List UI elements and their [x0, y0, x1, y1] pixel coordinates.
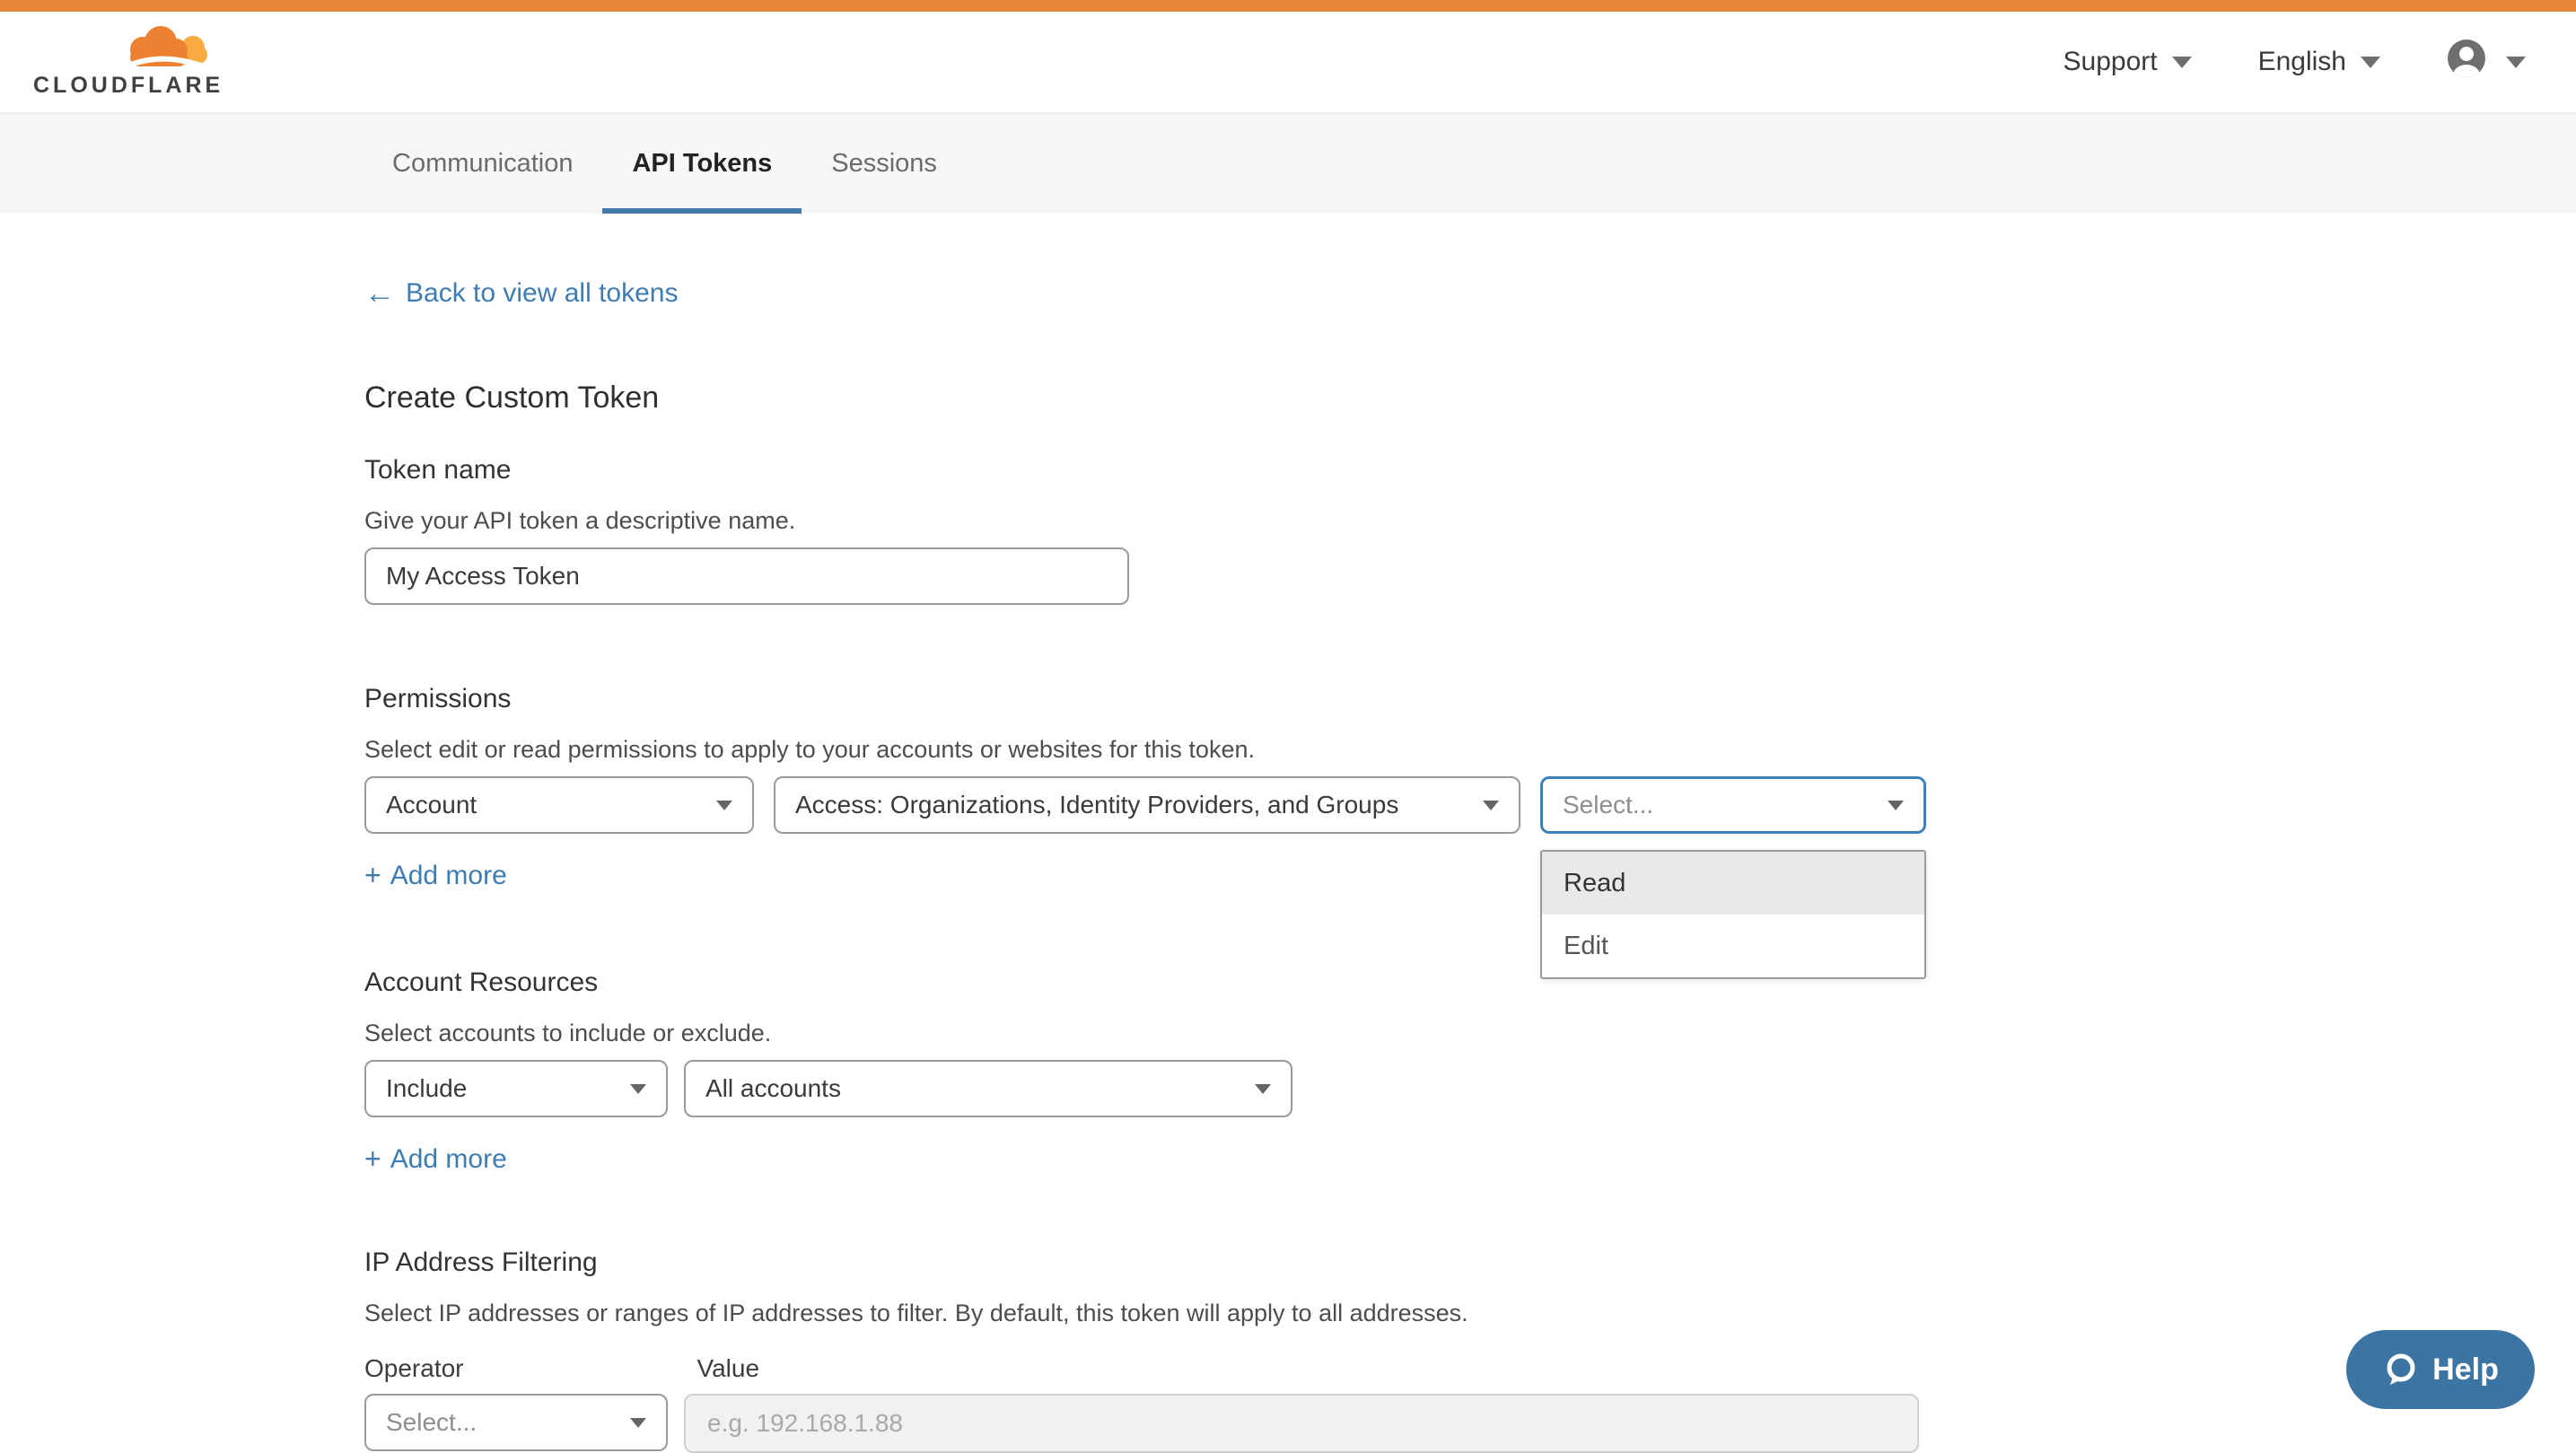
permission-level-placeholder: Select...: [1563, 791, 1653, 819]
account-resources-add-more-label: Add more: [390, 1144, 507, 1175]
permission-resource-value: Access: Organizations, Identity Provider…: [795, 791, 1398, 819]
user-avatar-icon: [2447, 39, 2486, 85]
help-button[interactable]: Help: [2346, 1330, 2535, 1409]
help-button-label: Help: [2432, 1352, 2499, 1387]
chevron-down-icon: [2361, 57, 2380, 68]
chevron-down-icon: [716, 801, 732, 810]
plus-icon: +: [364, 859, 381, 892]
permission-type-value: Account: [386, 791, 477, 819]
operator-label: Operator: [364, 1354, 464, 1383]
header: CLOUDFLARE Support English: [0, 12, 2576, 112]
back-to-tokens-link[interactable]: ← Back to view all tokens: [364, 278, 678, 309]
permissions-add-more-label: Add more: [390, 861, 507, 891]
account-resources-mode-value: Include: [386, 1074, 467, 1103]
account-resources-add-more-link[interactable]: + Add more: [364, 1142, 507, 1176]
tab-communication[interactable]: Communication: [363, 114, 602, 214]
account-resources-accounts-value: All accounts: [705, 1074, 841, 1103]
permission-resource-select[interactable]: Access: Organizations, Identity Provider…: [774, 776, 1520, 834]
account-resources-heading: Account Resources: [364, 967, 2576, 998]
ip-operator-select[interactable]: Select...: [364, 1394, 668, 1451]
ip-filtering-controls-row: Select...: [364, 1394, 2576, 1453]
chevron-down-icon: [2172, 57, 2192, 68]
cloudflare-logo-text: CLOUDFLARE: [33, 73, 223, 99]
top-accent-bar: [0, 0, 2576, 12]
tab-communication-label: Communication: [392, 149, 573, 179]
chevron-down-icon: [1483, 801, 1499, 810]
permission-level-menu: Read Edit: [1540, 850, 1926, 979]
chat-bubble-icon: [2382, 1351, 2420, 1388]
back-link-label: Back to view all tokens: [406, 278, 678, 309]
tab-sessions-label: Sessions: [831, 149, 937, 179]
language-menu-label: English: [2258, 47, 2346, 77]
permissions-description: Select edit or read permissions to apply…: [364, 736, 2576, 764]
tab-sessions[interactable]: Sessions: [802, 114, 967, 214]
permission-level-select[interactable]: Select...: [1540, 776, 1926, 834]
chevron-down-icon: [630, 1084, 646, 1094]
value-label: Value: [697, 1354, 760, 1383]
menu-option-edit[interactable]: Edit: [1542, 915, 1924, 977]
main-content: ← Back to view all tokens Create Custom …: [0, 278, 2576, 1453]
account-menu[interactable]: [2447, 39, 2526, 85]
ip-filtering-description: Select IP addresses or ranges of IP addr…: [364, 1300, 2576, 1327]
menu-option-read[interactable]: Read: [1542, 852, 1924, 915]
token-name-input[interactable]: [364, 547, 1129, 605]
ip-filtering-heading: IP Address Filtering: [364, 1247, 2576, 1278]
page-title: Create Custom Token: [364, 381, 2576, 416]
token-name-heading: Token name: [364, 455, 2576, 486]
permission-level-select-wrap: Select... Read Edit: [1540, 776, 1926, 834]
account-resources-mode-select[interactable]: Include: [364, 1060, 668, 1117]
tab-api-tokens[interactable]: API Tokens: [602, 114, 802, 214]
ip-value-input: [684, 1394, 1919, 1453]
cloudflare-logo[interactable]: CLOUDFLARE: [33, 25, 213, 99]
permissions-row: Account Access: Organizations, Identity …: [364, 776, 2576, 834]
token-name-description: Give your API token a descriptive name.: [364, 507, 2576, 535]
account-resources-description: Select accounts to include or exclude.: [364, 1020, 2576, 1047]
permission-type-select[interactable]: Account: [364, 776, 754, 834]
account-resources-row: Include All accounts: [364, 1060, 2576, 1117]
chevron-down-icon: [1255, 1084, 1271, 1094]
chevron-down-icon: [2506, 57, 2526, 68]
back-arrow-icon: ←: [364, 278, 395, 309]
support-menu-label: Support: [2063, 47, 2158, 77]
chevron-down-icon: [1888, 801, 1904, 810]
profile-tab-bar: Communication API Tokens Sessions: [0, 112, 2576, 214]
support-menu[interactable]: Support: [2063, 47, 2192, 77]
plus-icon: +: [364, 1142, 381, 1176]
language-menu[interactable]: English: [2258, 47, 2380, 77]
ip-filtering-labels-row: Operator Value: [364, 1354, 2576, 1383]
tab-api-tokens-label: API Tokens: [632, 149, 772, 179]
ip-operator-placeholder: Select...: [386, 1408, 477, 1437]
permissions-add-more-link[interactable]: + Add more: [364, 859, 507, 892]
chevron-down-icon: [630, 1418, 646, 1428]
permissions-heading: Permissions: [364, 684, 2576, 714]
account-resources-accounts-select[interactable]: All accounts: [684, 1060, 1292, 1117]
